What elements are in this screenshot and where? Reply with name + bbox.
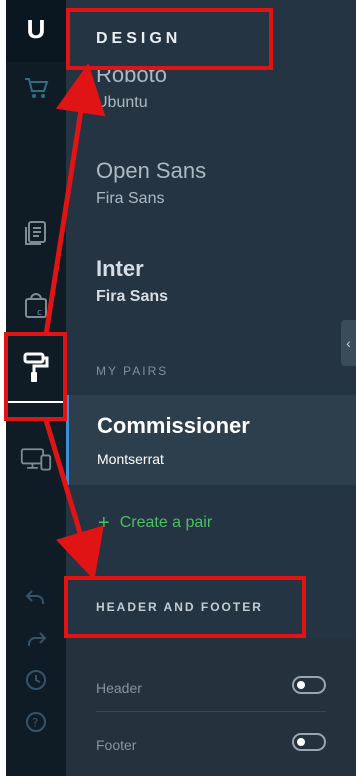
annotation-arrows bbox=[43, 63, 106, 581]
arrow-to-header-footer bbox=[43, 419, 104, 581]
arrow-to-design bbox=[43, 63, 106, 336]
